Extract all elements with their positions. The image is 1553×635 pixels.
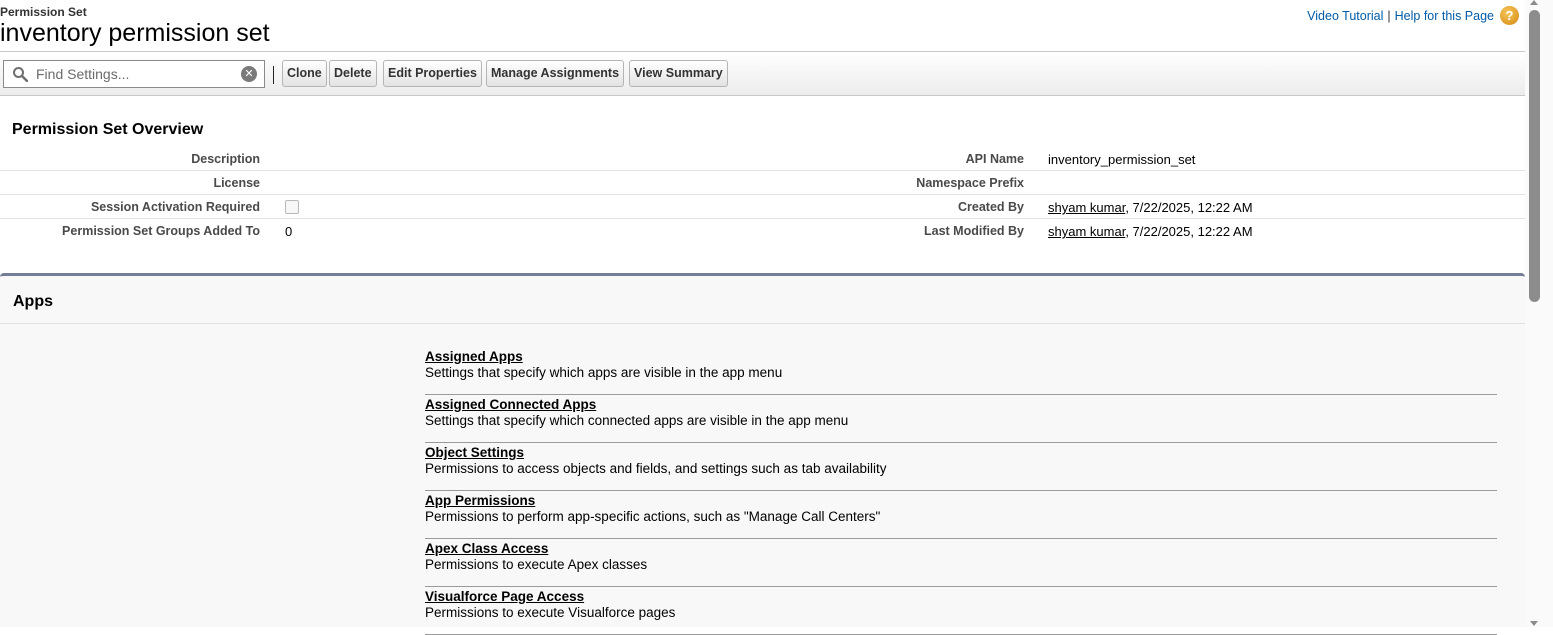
modified-by-date: , 7/22/2025, 12:22 AM	[1125, 224, 1253, 239]
last-modified-by-value: shyam kumar, 7/22/2025, 12:22 AM	[1048, 224, 1253, 239]
description-label: Description	[191, 152, 260, 166]
list-item: Object Settings Permissions to access ob…	[425, 443, 1497, 491]
apps-section-title: Apps	[13, 293, 53, 310]
assigned-apps-link[interactable]: Assigned Apps	[425, 349, 1497, 365]
scrollbar-thumb[interactable]	[1529, 10, 1540, 302]
list-item-description: Settings that specify which apps are vis…	[425, 365, 783, 380]
list-item: App Permissions Permissions to perform a…	[425, 491, 1497, 539]
api-name-label: API Name	[965, 152, 1024, 166]
permission-set-groups-label: Permission Set Groups Added To	[62, 224, 260, 238]
list-item: Assigned Connected Apps Settings that sp…	[425, 395, 1497, 443]
created-by-label: Created By	[958, 200, 1024, 214]
overview-row: Session Activation Required Created By s…	[0, 195, 1525, 219]
delete-button[interactable]: Delete	[329, 60, 377, 87]
list-item-description: Permissions to execute Apex classes	[425, 557, 648, 572]
visualforce-page-access-link[interactable]: Visualforce Page Access	[425, 589, 1497, 605]
help-icon[interactable]: ?	[1500, 6, 1519, 25]
session-activation-label: Session Activation Required	[90, 200, 260, 214]
apps-section: Apps Assigned Apps Settings that specify…	[0, 273, 1525, 635]
overview-row: Description API Name inventory_permissio…	[0, 147, 1525, 171]
manage-assignments-button[interactable]: Manage Assignments	[486, 60, 625, 87]
overview-row: License Namespace Prefix	[0, 171, 1525, 195]
page-header: Permission Set inventory permission set …	[0, 0, 1525, 52]
list-item-description: Permissions to access objects and fields…	[425, 461, 887, 476]
object-settings-link[interactable]: Object Settings	[425, 445, 1497, 461]
list-item: Assigned Apps Settings that specify whic…	[425, 347, 1497, 395]
list-item-description: Permissions to execute Visualforce pages	[425, 605, 676, 620]
list-item-description: Permissions to perform app-specific acti…	[425, 509, 881, 524]
permission-set-groups-value: 0	[285, 224, 293, 239]
last-modified-by-label: Last Modified By	[923, 224, 1024, 238]
apex-class-access-link[interactable]: Apex Class Access	[425, 541, 1497, 557]
list-item-description: Settings that specify which connected ap…	[425, 413, 849, 428]
toolbar-divider	[273, 66, 274, 84]
apps-settings-list: Assigned Apps Settings that specify whic…	[425, 347, 1497, 635]
find-settings-input[interactable]	[34, 64, 234, 84]
clone-button[interactable]: Clone	[282, 60, 327, 87]
edit-properties-button[interactable]: Edit Properties	[383, 60, 482, 87]
assigned-connected-apps-link[interactable]: Assigned Connected Apps	[425, 397, 1497, 413]
modified-by-user-link[interactable]: shyam kumar	[1048, 224, 1125, 239]
overview-title: Permission Set Overview	[12, 121, 204, 138]
help-for-page-link[interactable]: Help for this Page	[1395, 9, 1494, 23]
scroll-down-arrow-icon[interactable]	[1530, 621, 1538, 626]
view-summary-button[interactable]: View Summary	[629, 60, 728, 87]
scroll-up-arrow-icon[interactable]	[1530, 0, 1538, 5]
overview-row: Permission Set Groups Added To 0 Last Mo…	[0, 219, 1525, 243]
header-links: Video Tutorial | Help for this Page ?	[1307, 6, 1519, 25]
link-separator: |	[1387, 8, 1391, 23]
license-label: License	[213, 176, 260, 190]
namespace-prefix-label: Namespace Prefix	[916, 176, 1024, 190]
clear-search-icon[interactable]: ✕	[241, 66, 257, 82]
search-icon	[13, 67, 28, 82]
created-by-user-link[interactable]: shyam kumar	[1048, 200, 1125, 215]
api-name-value: inventory_permission_set	[1048, 152, 1196, 167]
session-activation-checkbox	[285, 200, 299, 214]
list-item: Visualforce Page Access Permissions to e…	[425, 587, 1497, 635]
page-title: inventory permission set	[0, 19, 270, 47]
created-by-date: , 7/22/2025, 12:22 AM	[1125, 200, 1253, 215]
app-permissions-link[interactable]: App Permissions	[425, 493, 1497, 509]
page-type-label: Permission Set	[0, 5, 87, 19]
apps-section-header: Apps	[0, 276, 1525, 324]
find-settings-box: ✕	[3, 60, 265, 88]
video-tutorial-link[interactable]: Video Tutorial	[1307, 9, 1383, 23]
list-item: Apex Class Access Permissions to execute…	[425, 539, 1497, 587]
created-by-value: shyam kumar, 7/22/2025, 12:22 AM	[1048, 200, 1253, 215]
toolbar: ✕ Clone Delete Edit Properties Manage As…	[0, 53, 1525, 96]
